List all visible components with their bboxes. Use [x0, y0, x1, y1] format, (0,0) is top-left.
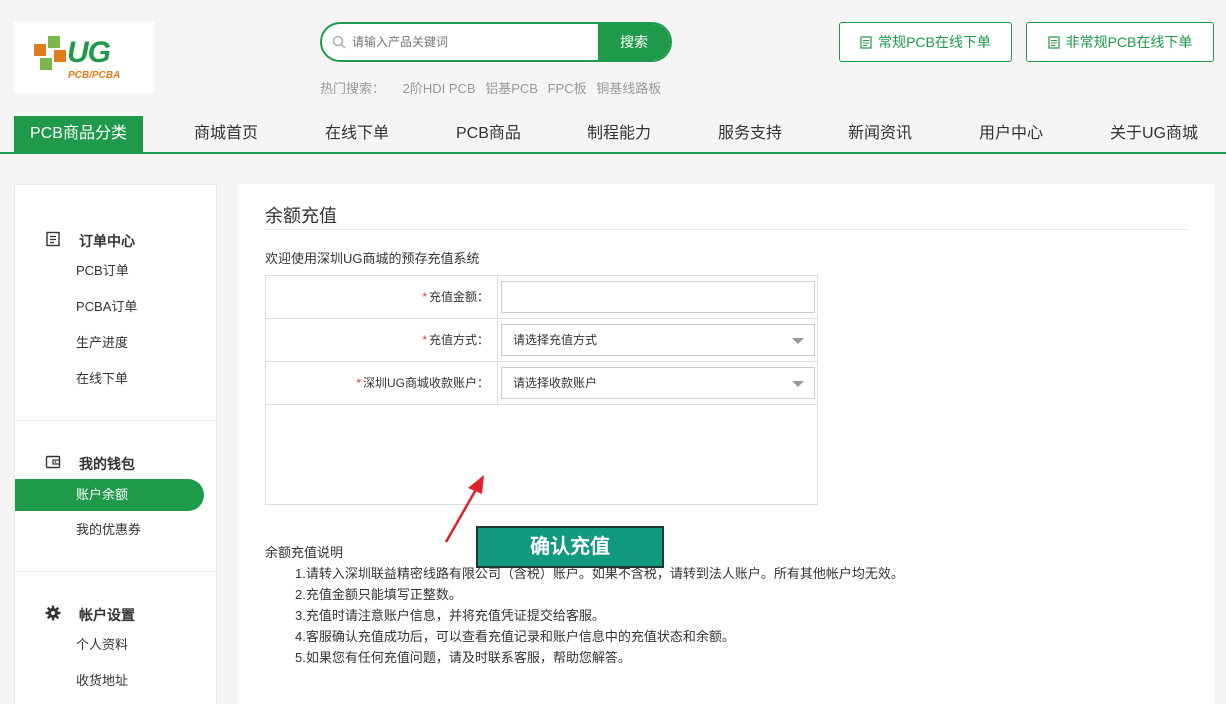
sidebar-item-pcb-orders[interactable]: PCB订单 [15, 255, 204, 287]
document-icon [860, 36, 872, 49]
form-row-amount: * 充值金额： [266, 276, 817, 319]
nav-item-support[interactable]: 服务支持 [718, 116, 782, 152]
sidebar-divider [15, 420, 216, 421]
sidebar-divider [15, 571, 216, 572]
required-mark: * [422, 290, 427, 304]
welcome-text: 欢迎使用深圳UG商城的预存充值系统 [265, 251, 480, 266]
wallet-icon [45, 455, 61, 469]
amount-label-text: 充值金额： [428, 290, 489, 304]
red-arrow-annotation-icon [444, 475, 484, 543]
regular-pcb-order-label: 常规PCB在线下单 [878, 34, 991, 50]
document-icon [1047, 36, 1060, 49]
chevron-down-icon [792, 381, 804, 387]
gear-icon [45, 605, 61, 621]
hot-search: 热门搜索： 2阶HDI PCB 铝基PCB FPC板 铜基线路板 [320, 78, 667, 97]
nav-item-about[interactable]: 关于UG商城 [1110, 116, 1198, 152]
nav-item-news[interactable]: 新闻资讯 [848, 116, 912, 152]
notes-line: 4.客服确认充值成功后，可以查看充值记录和账户信息中的充值状态和余额。 [295, 629, 735, 644]
account-select[interactable]: 请选择收款账户 [501, 367, 815, 399]
method-label-text: 充值方式： [428, 333, 489, 347]
sidebar-section-title: 我的钱包 [79, 456, 135, 472]
recharge-form: * 充值金额： * 充值方式： 请选择充值方式 * 深圳UG商城收款账户： 请选择收款… [265, 275, 818, 568]
search-bar: 搜索 [320, 22, 672, 62]
hot-search-link[interactable]: 铝基PCB [485, 81, 538, 96]
search-button[interactable]: 搜索 [598, 24, 670, 60]
search-input[interactable] [352, 32, 592, 52]
notes-title: 余额充值说明 [265, 545, 344, 560]
hot-search-link[interactable]: 2阶HDI PCB [403, 81, 476, 96]
sidebar-item-online-order[interactable]: 在线下单 [15, 363, 204, 395]
account-label-text: 深圳UG商城收款账户： [362, 376, 489, 390]
sidebar-section-orders: 订单中心 [15, 227, 218, 251]
required-mark: * [356, 376, 361, 390]
sidebar-item-progress[interactable]: 生产进度 [15, 327, 204, 359]
nav-item-user-center[interactable]: 用户中心 [979, 116, 1043, 152]
sidebar-section-title: 帐户设置 [79, 607, 135, 623]
method-label: * 充值方式： [266, 319, 498, 361]
sidebar-section-title: 订单中心 [79, 233, 135, 249]
sidebar: 订单中心 PCB订单 PCBA订单 生产进度 在线下单 我的钱包 账户余额 我的… [14, 184, 217, 704]
sidebar-item-pcba-orders[interactable]: PCBA订单 [15, 291, 204, 323]
notes-line: 1.请转入深圳联益精密线路有限公司（含税）账户。如果不含税，请转到法人账户。所有… [295, 566, 904, 581]
sidebar-item-balance[interactable]: 账户余额 [15, 479, 204, 511]
nav-item-process[interactable]: 制程能力 [587, 116, 651, 152]
hot-search-label: 热门搜索： [320, 81, 386, 96]
main-nav: PCB商品分类 商城首页 在线下单 PCB商品 制程能力 服务支持 新闻资讯 用… [0, 116, 1226, 154]
title-divider [265, 229, 1187, 230]
method-select-value: 请选择充值方式 [513, 333, 598, 347]
special-pcb-order-label: 非常规PCB在线下单 [1065, 34, 1193, 50]
nav-item-online-order[interactable]: 在线下单 [325, 116, 389, 152]
required-mark: * [422, 333, 427, 347]
notes-line: 5.如果您有任何充值问题，请及时联系客服，帮助您解答。 [295, 650, 631, 665]
special-pcb-order-button[interactable]: 非常规PCB在线下单 [1026, 22, 1214, 62]
main-panel: 余额充值 欢迎使用深圳UG商城的预存充值系统 * 充值金额： * 充值方式： 请选择… [238, 184, 1214, 704]
logo-text: UG [67, 36, 111, 69]
hot-search-link[interactable]: FPC板 [548, 81, 587, 96]
recharge-notes: 余额充值说明 1.请转入深圳联益精密线路有限公司（含税）账户。如果不含税，请转到… [265, 542, 904, 668]
sidebar-item-profile[interactable]: 个人资料 [15, 629, 204, 661]
hot-search-link[interactable]: 铜基线路板 [596, 81, 661, 96]
notes-line: 3.充值时请注意账户信息，并将充值凭证提交给客服。 [295, 608, 605, 623]
amount-label: * 充值金额： [266, 276, 498, 318]
regular-pcb-order-button[interactable]: 常规PCB在线下单 [839, 22, 1012, 62]
nav-category-button[interactable]: PCB商品分类 [14, 116, 143, 152]
sidebar-section-wallet: 我的钱包 [15, 450, 218, 474]
sidebar-section-account: 帐户设置 [15, 601, 218, 625]
nav-item-home[interactable]: 商城首页 [194, 116, 258, 152]
page-title: 余额充值 [265, 206, 337, 226]
logo-subtitle: PCB/PCBA [68, 70, 121, 81]
logo-cube-icon [34, 36, 66, 70]
form-row-account: * 深圳UG商城收款账户： 请选择收款账户 [266, 362, 817, 405]
sidebar-item-coupons[interactable]: 我的优惠券 [15, 514, 204, 546]
nav-item-pcb-products[interactable]: PCB商品 [456, 116, 521, 152]
notes-line: 2.充值金额只能填写正整数。 [295, 587, 462, 602]
order-list-icon [46, 231, 60, 247]
method-select[interactable]: 请选择充值方式 [501, 324, 815, 356]
search-icon [332, 35, 346, 49]
sidebar-item-address[interactable]: 收货地址 [15, 665, 204, 697]
form-row-method: * 充值方式： 请选择充值方式 [266, 319, 817, 362]
chevron-down-icon [792, 338, 804, 344]
amount-input[interactable] [501, 281, 815, 313]
account-select-value: 请选择收款账户 [513, 376, 598, 390]
site-logo[interactable]: UG PCB/PCBA [14, 22, 154, 94]
account-label: * 深圳UG商城收款账户： [266, 362, 498, 404]
